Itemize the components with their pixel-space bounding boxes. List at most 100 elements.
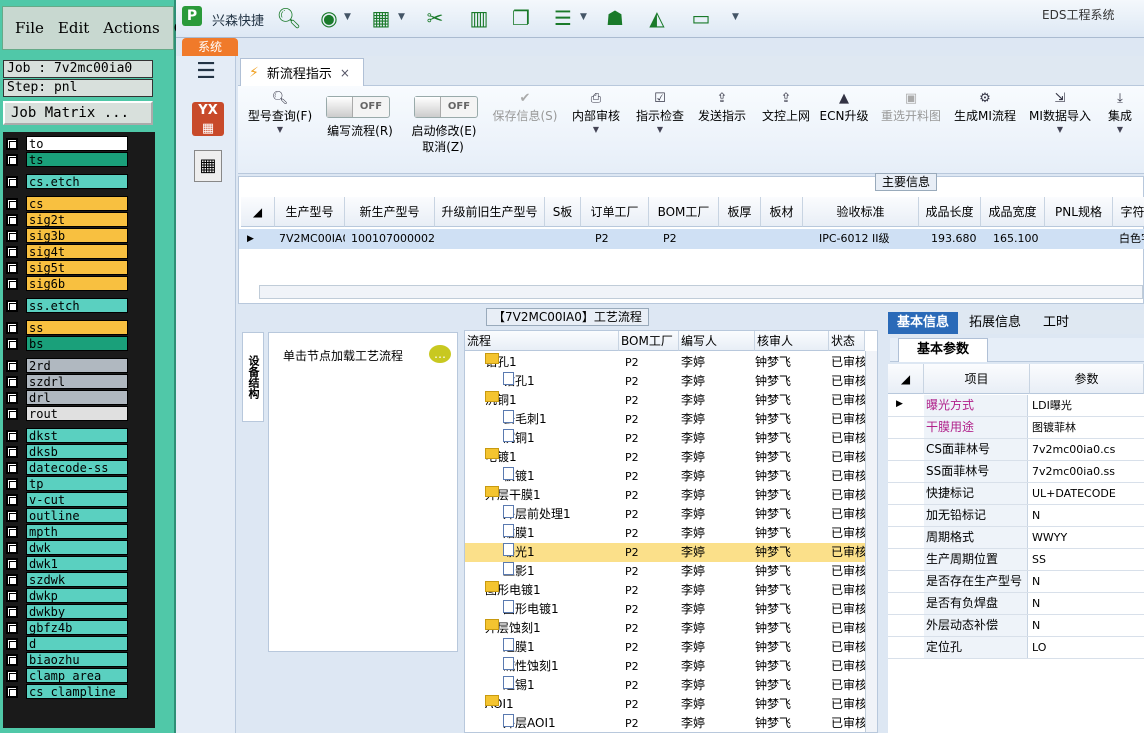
layer-row[interactable]: clamp_area [6, 668, 128, 683]
param-value[interactable]: UL+DATECODE [1030, 483, 1140, 504]
tree-column-header[interactable]: 流程 [465, 331, 619, 351]
column-header-param[interactable]: 参数 [1030, 364, 1144, 394]
main-info-cell[interactable]: 7V2MC00IA0 [277, 229, 345, 249]
param-row[interactable]: 生产周期位置 SS [888, 549, 1144, 571]
system-tab[interactable]: 系统 [182, 38, 238, 56]
layer-checkbox[interactable] [6, 229, 18, 242]
layer-row[interactable]: sig3b [6, 228, 128, 243]
tab-basic-params[interactable]: 基本参数 [898, 338, 988, 362]
param-row[interactable]: SS面菲林号 7v2mc00ia0.ss [888, 461, 1144, 483]
process-step-row[interactable]: 退锡1 P2 李婷 钟梦飞 已审核 [465, 676, 865, 695]
main-info-cell[interactable]: 白色字 [1117, 229, 1144, 249]
param-value[interactable]: LDI曝光 [1030, 395, 1140, 416]
layer-row[interactable]: ss [6, 320, 128, 335]
column-header[interactable]: 生产型号 [275, 197, 345, 227]
process-step-row[interactable]: 退膜1 P2 李婷 钟梦飞 已审核 [465, 638, 865, 657]
internal-review-button[interactable]: ⎙ 内部审核 ▼ [568, 90, 624, 136]
process-step-row[interactable]: 外层AOI1 P2 李婷 钟梦飞 已审核 [465, 714, 865, 732]
main-info-cell[interactable]: P2 [661, 229, 719, 249]
process-group-row[interactable]: −外层干膜1P2李婷钟梦飞已审核 [465, 486, 865, 505]
layer-checkbox[interactable] [6, 137, 18, 150]
tree-column-header[interactable]: BOM工厂 [619, 331, 679, 351]
layer-row[interactable]: cs [6, 196, 128, 211]
column-header[interactable]: 升级前旧生产型号 [435, 197, 545, 227]
layer-row[interactable]: drl [6, 390, 128, 405]
layer-checkbox[interactable] [6, 375, 18, 388]
dropdown-arrow-icon[interactable]: ▼ [580, 12, 587, 22]
main-info-cell[interactable]: 10010700000280 [349, 229, 435, 249]
layer-checkbox[interactable] [6, 337, 18, 350]
layer-row[interactable]: tp [6, 476, 128, 491]
param-value[interactable]: N [1030, 593, 1140, 614]
param-row[interactable]: 干膜用途 图镀菲林 [888, 417, 1144, 439]
column-header[interactable]: PNL规格 [1045, 197, 1113, 227]
tab-new-process[interactable]: ⚡ 新流程指示 × [240, 58, 364, 86]
param-row[interactable]: CS面菲林号 7v2mc00ia0.cs [888, 439, 1144, 461]
layer-checkbox[interactable] [6, 525, 18, 538]
grid-icon[interactable]: ▦ [368, 6, 394, 30]
layer-row[interactable]: mpth [6, 524, 128, 539]
model-query-button[interactable]: 🔍︎ 型号查询(F) ▼ [244, 90, 316, 136]
param-value[interactable]: 图镀菲林 [1030, 417, 1140, 438]
layer-checkbox[interactable] [6, 669, 18, 682]
layer-row[interactable]: dwkby [6, 604, 128, 619]
process-group-row[interactable]: −电镀1P2李婷钟梦飞已审核 [465, 448, 865, 467]
param-row[interactable]: 快捷标记 UL+DATECODE [888, 483, 1144, 505]
layer-checkbox[interactable] [6, 685, 18, 698]
process-group-row[interactable]: −图形电镀1P2李婷钟梦飞已审核 [465, 581, 865, 600]
calculator-icon[interactable]: ▦ [194, 150, 222, 182]
layer-row[interactable]: biaozhu [6, 652, 128, 667]
close-tab-icon[interactable]: × [340, 66, 350, 80]
main-info-cell[interactable]: P2 [593, 229, 649, 249]
tree-column-header[interactable]: 状态 [829, 331, 865, 351]
layer-row[interactable]: sig4t [6, 244, 128, 259]
process-step-row[interactable]: 贴膜1 P2 李婷 钟梦飞 已审核 [465, 524, 865, 543]
layer-checkbox[interactable] [6, 605, 18, 618]
main-info-cell[interactable]: IPC-6012 II级 [817, 229, 919, 249]
layer-checkbox[interactable] [6, 493, 18, 506]
process-group-row[interactable]: −钻孔1P2李婷钟梦飞已审核 [465, 353, 865, 372]
process-step-row[interactable]: 去毛刺1 P2 李婷 钟梦飞 已审核 [465, 410, 865, 429]
column-header-item[interactable]: 项目 [924, 364, 1030, 394]
column-header[interactable]: 订单工厂 [581, 197, 649, 227]
instr-check-button[interactable]: ☑ 指示检查 ▼ [632, 90, 688, 136]
layer-row[interactable]: rout [6, 406, 128, 421]
param-row[interactable]: 是否存在生产型号 N [888, 571, 1144, 593]
vertical-scrollbar[interactable] [865, 351, 877, 732]
layer-row[interactable]: to [6, 136, 128, 151]
process-group-row[interactable]: −沉铜1P2李婷钟梦飞已审核 [465, 391, 865, 410]
layer-row[interactable]: szdwk [6, 572, 128, 587]
process-step-row[interactable]: 钻孔1 P2 李婷 钟梦飞 已审核 [465, 372, 865, 391]
main-info-cell[interactable]: 193.680 [929, 229, 981, 249]
layer-checkbox[interactable] [6, 299, 18, 312]
layer-checkbox[interactable] [6, 621, 18, 634]
layer-checkbox[interactable] [6, 391, 18, 404]
column-header[interactable]: 成品长度 [919, 197, 981, 227]
process-group-row[interactable]: −外层蚀刻1P2李婷钟梦飞已审核 [465, 619, 865, 638]
layer-checkbox[interactable] [6, 477, 18, 490]
layer-row[interactable]: cs.etch [6, 174, 128, 189]
param-value[interactable]: WWYY [1030, 527, 1140, 548]
layer-row[interactable]: d [6, 636, 128, 651]
layer-row[interactable]: sig5t [6, 260, 128, 275]
layer-checkbox[interactable] [6, 197, 18, 210]
process-step-row[interactable]: 沉铜1 P2 李婷 钟梦飞 已审核 [465, 429, 865, 448]
layer-row[interactable]: ts [6, 152, 128, 167]
layer-row[interactable]: dksb [6, 444, 128, 459]
param-row[interactable]: 周期格式 WWYY [888, 527, 1144, 549]
ecn-upgrade-button[interactable]: ▲ ECN升级 [818, 90, 870, 124]
dropdown-arrow-icon[interactable]: ▼ [398, 12, 405, 22]
job-matrix-button[interactable]: Job Matrix ... [3, 101, 153, 125]
upload-doc-button[interactable]: ⇪ 文控上网 [758, 90, 814, 124]
column-header[interactable]: 成品宽度 [981, 197, 1045, 227]
layer-checkbox[interactable] [6, 557, 18, 570]
dropdown-arrow-icon[interactable]: ▼ [344, 12, 351, 22]
layer-row[interactable]: gbfz4b [6, 620, 128, 635]
layer-checkbox[interactable] [6, 541, 18, 554]
layer-checkbox[interactable] [6, 175, 18, 188]
layer-row[interactable]: outline [6, 508, 128, 523]
layer-row[interactable]: cs_clampline [6, 684, 128, 699]
right-tab[interactable]: 拓展信息 [962, 312, 1028, 334]
param-value[interactable]: N [1030, 571, 1140, 592]
process-step-row[interactable]: 外层前处理1 P2 李婷 钟梦飞 已审核 [465, 505, 865, 524]
